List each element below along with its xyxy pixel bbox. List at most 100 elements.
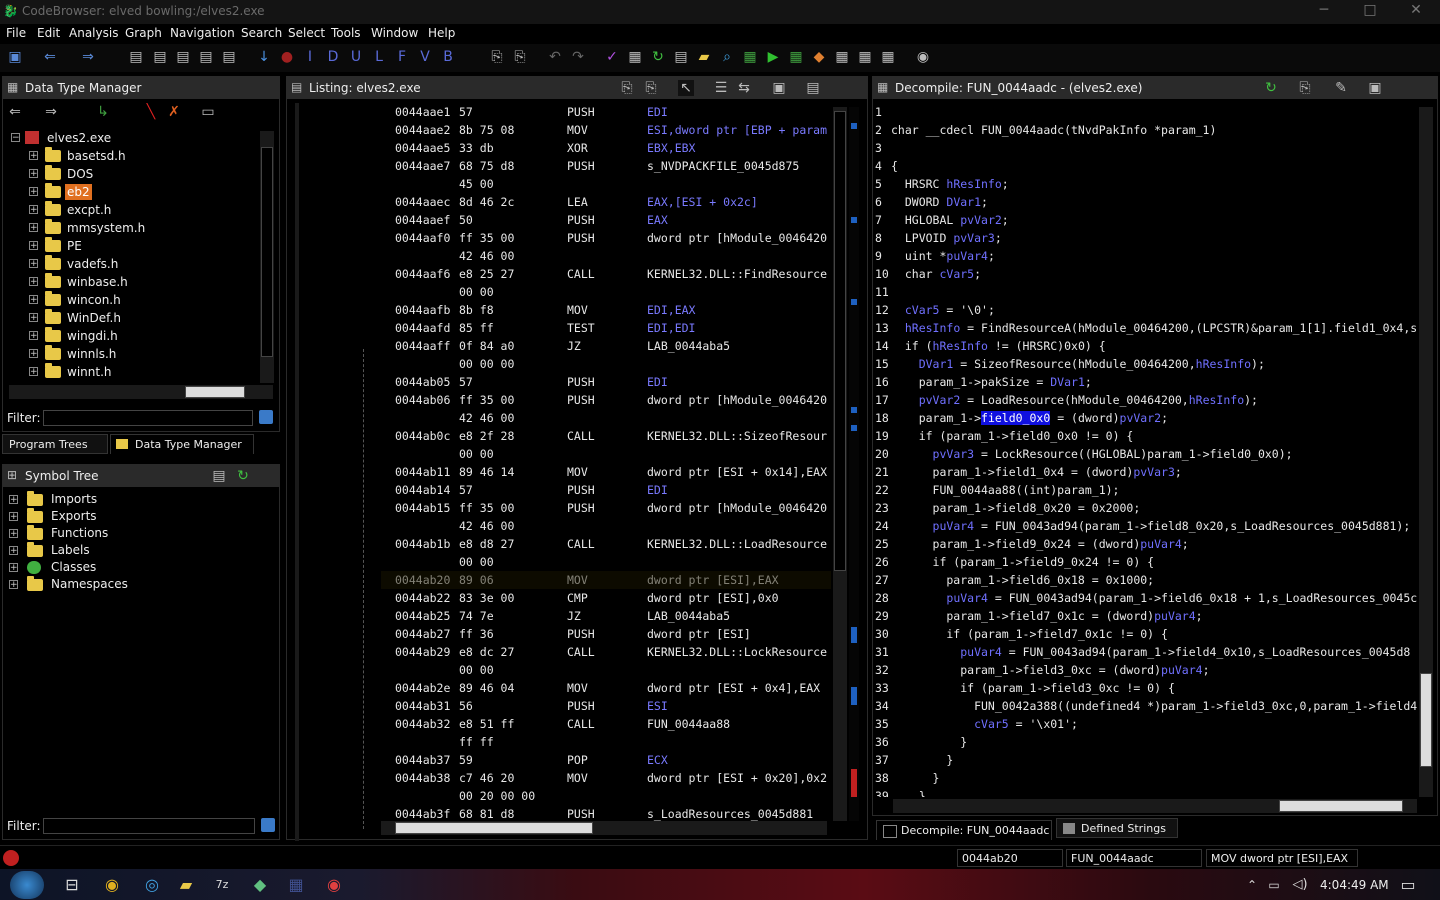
label-icon[interactable]: L (371, 49, 387, 65)
menu-search[interactable]: Search (241, 26, 282, 40)
listing-row[interactable]: 00 00 (381, 283, 831, 301)
registers-icon[interactable]: ▦ (627, 49, 643, 65)
delete-icon[interactable]: ✗ (166, 104, 182, 120)
bookmark-icon[interactable]: ▤ (128, 49, 144, 65)
decompile-line[interactable]: 4{ (875, 157, 1419, 175)
cursor-icon[interactable]: ↖ (678, 80, 694, 96)
listing-row[interactable]: 0044aae2 8b 75 08 MOV ESI,dword ptr [EBP + … (381, 121, 831, 139)
listing-row[interactable]: 0044aaf6 e8 25 27 CALL KERNEL32.DLL::FindRe… (381, 265, 831, 283)
decompile-line[interactable]: 32 param_1->field3_0xc = (dword)puVar4; (875, 661, 1419, 679)
decompile-line[interactable]: 10 char cVar5; (875, 265, 1419, 283)
browser-icon[interactable]: ◎ (140, 874, 164, 896)
listing-row[interactable]: 0044ab14 57 PUSH EDI (381, 481, 831, 499)
redo-icon[interactable]: ↷ (570, 49, 586, 65)
next-data-icon[interactable]: ▤ (152, 49, 168, 65)
menu-select[interactable]: Select (288, 26, 325, 40)
undefined-icon[interactable]: U (348, 49, 364, 65)
tree-vertical-scrollbar[interactable] (260, 131, 274, 383)
menu-window[interactable]: Window (371, 26, 418, 40)
options-icon[interactable]: ▤ (805, 80, 821, 96)
decompile-line[interactable]: 19 if (param_1->field0_0x0 != 0) { (875, 427, 1419, 445)
next-instruction-icon[interactable]: ▤ (175, 49, 191, 65)
decompile-line[interactable]: 13 hResInfo = FindResourceA(hModule_0046… (875, 319, 1419, 337)
decompile-line[interactable]: 29 param_1->field7_0x1c = (dword)puVar4; (875, 607, 1419, 625)
menu-graph[interactable]: Graph (125, 26, 162, 40)
decompile-line[interactable]: 8 LPVOID pvVar3; (875, 229, 1419, 247)
next-undefined-icon[interactable]: ▤ (198, 49, 214, 65)
listing-horizontal-scrollbar[interactable] (381, 821, 827, 835)
decompile-line[interactable]: 26 if (param_1->field9_0x24 != 0) { (875, 553, 1419, 571)
data-type-filter-input[interactable] (43, 410, 253, 426)
decompile-line[interactable]: 3 (875, 139, 1419, 157)
listing-row[interactable]: 0044aae7 68 75 d8 PUSH s_NVDPACKFILE_0045d8… (381, 157, 831, 175)
forward-icon[interactable]: ⇒ (80, 49, 96, 65)
run-icon[interactable]: ▶ (765, 49, 781, 65)
volume-icon[interactable]: ◁) (1288, 874, 1312, 896)
collapse-icon[interactable]: ▭ (200, 104, 216, 120)
decompile-line[interactable]: 5 HRSRC hResInfo; (875, 175, 1419, 193)
listing-row[interactable]: 0044ab38 c7 46 20 MOV dword ptr [ESI + 0x20… (381, 769, 831, 787)
overview-bar[interactable] (849, 107, 859, 821)
decompile-line[interactable]: 15 DVar1 = SizeofResource(hModule_004642… (875, 355, 1419, 373)
function-icon[interactable]: F (394, 49, 410, 65)
decompile-line[interactable]: 27 param_1->field6_0x18 = 0x1000; (875, 571, 1419, 589)
paste-icon[interactable]: ⎘ (512, 49, 528, 65)
flow-arrow-margin[interactable] (295, 103, 299, 841)
decompile-line[interactable]: 9 uint *puVar4; (875, 247, 1419, 265)
maximize-button[interactable]: □ (1348, 0, 1392, 22)
instruction-icon[interactable]: I (302, 49, 318, 65)
listing-row[interactable]: 0044ab31 56 PUSH ESI (381, 697, 831, 715)
stop-icon[interactable]: ● (279, 49, 295, 65)
data-icon[interactable]: D (325, 49, 341, 65)
decompile-code[interactable]: 1 2 char __cdecl FUN_0044aadc(tNvdPakInfo … (875, 103, 1419, 797)
show-hidden-icons[interactable]: ⌃ (1240, 874, 1264, 896)
snapshot-icon[interactable]: ◉ (915, 49, 931, 65)
copy-icon[interactable]: ⎘ (1297, 80, 1313, 96)
decompile-line[interactable]: 12 cVar5 = '\0'; (875, 301, 1419, 319)
value-icon[interactable]: V (417, 49, 433, 65)
filter-red-icon[interactable]: ╲ (143, 104, 159, 120)
listing-row[interactable]: 0044ab27 ff 36 PUSH dword ptr [ESI] (381, 625, 831, 643)
start-button[interactable] (10, 871, 44, 899)
snapshot-icon[interactable]: ▣ (1367, 80, 1383, 96)
task-view-icon[interactable]: ⊟ (60, 874, 84, 896)
decompile-line[interactable]: 18 param_1->field0_0x0 = (dword)pvVar2; (875, 409, 1419, 427)
decompile-line[interactable]: 14 if (hResInfo != (HRSRC)0x0) { (875, 337, 1419, 355)
listing-row[interactable]: 0044aafd 85 ff TEST EDI,EDI (381, 319, 831, 337)
listing-row[interactable]: 42 46 00 (381, 517, 831, 535)
listing-row[interactable]: 0044ab1b e8 d8 27 CALL KERNEL32.DLL::LoadRe… (381, 535, 831, 553)
listing-row[interactable]: 0044ab29 e8 dc 27 CALL KERNEL32.DLL::LockRe… (381, 643, 831, 661)
listing-row[interactable]: 00 00 00 (381, 355, 831, 373)
listing-row[interactable]: 0044ab37 59 POP ECX (381, 751, 831, 769)
listing-row[interactable]: 0044aae5 33 db XOR EBX,EBX (381, 139, 831, 157)
app-icon[interactable]: ◆ (248, 874, 272, 896)
tab-data-type-manager[interactable]: Data Type Manager (110, 434, 254, 454)
decompile-line[interactable]: 7 HGLOBAL pvVar2; (875, 211, 1419, 229)
listing-row[interactable]: 42 46 00 (381, 247, 831, 265)
decompile-line[interactable]: 21 param_1->field1_0x4 = (dword)pvVar3; (875, 463, 1419, 481)
listing-row[interactable]: 0044ab22 83 3e 00 CMP dword ptr [ESI],0x0 (381, 589, 831, 607)
decompile-line[interactable]: 1 (875, 103, 1419, 121)
decompile-line[interactable]: 35 cVar5 = '\x01'; (875, 715, 1419, 733)
new-namespace-icon[interactable]: ▤ (211, 468, 227, 484)
listing-row[interactable]: 0044ab06 ff 35 00 PUSH dword ptr [hModule_0… (381, 391, 831, 409)
next-label-icon[interactable]: ▤ (221, 49, 237, 65)
clipboard-icon[interactable]: ⎘ (489, 49, 505, 65)
decompile-line[interactable]: 33 if (param_1->field3_0xc != 0) { (875, 679, 1419, 697)
back-icon[interactable]: ⇐ (42, 49, 58, 65)
listing-row[interactable]: 0044ab25 74 7e JZ LAB_0044aba5 (381, 607, 831, 625)
snapshot-icon[interactable]: ▣ (771, 80, 787, 96)
menu-analysis[interactable]: Analysis (69, 26, 118, 40)
menu-tools[interactable]: Tools (331, 26, 361, 40)
decompile-line[interactable]: 16 param_1->pakSize = DVar1; (875, 373, 1419, 391)
listing-row[interactable]: 0044ab05 57 PUSH EDI (381, 373, 831, 391)
decompile-line[interactable]: 20 pvVar3 = LockResource((HGLOBAL)param_… (875, 445, 1419, 463)
listing-row[interactable]: 00 20 00 00 (381, 787, 831, 805)
network-icon[interactable]: ▭ (1262, 874, 1286, 896)
folder-icon[interactable]: ▰ (696, 49, 712, 65)
undo-icon[interactable]: ↶ (547, 49, 563, 65)
refresh-icon[interactable]: ↻ (235, 468, 251, 484)
diamond-icon[interactable]: ◆ (811, 49, 827, 65)
decompile-line[interactable]: 23 param_1->field8_0x20 = 0x2000; (875, 499, 1419, 517)
diff-icon[interactable]: ⇆ (736, 80, 752, 96)
